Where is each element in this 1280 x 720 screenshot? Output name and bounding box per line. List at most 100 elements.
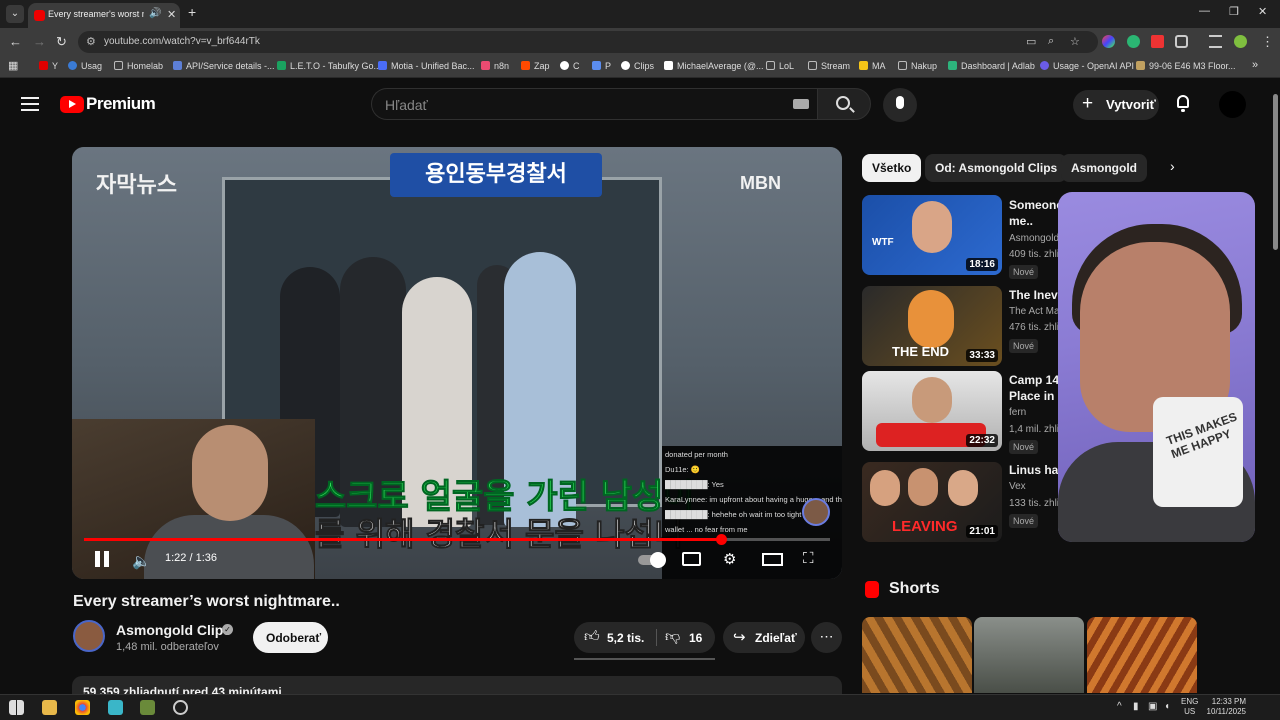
tab-search-icon[interactable]: ⌄ bbox=[6, 5, 24, 23]
bookmark-item[interactable]: Zap bbox=[521, 61, 550, 71]
chips-next-icon[interactable]: › bbox=[1170, 158, 1175, 174]
extension-icon[interactable] bbox=[1102, 35, 1115, 48]
rec-title[interactable]: Someone's bbox=[1009, 198, 1061, 212]
rec-channel[interactable]: Asmongold bbox=[1009, 233, 1059, 244]
page-scrollbar[interactable] bbox=[1270, 78, 1280, 694]
zoom-icon[interactable]: ⌕ bbox=[1048, 35, 1054, 48]
bookmark-item[interactable]: API/Service details -... bbox=[173, 61, 275, 71]
bookmark-item[interactable]: C bbox=[560, 61, 580, 71]
unsubscribe-button[interactable]: Odoberať bbox=[253, 622, 328, 653]
bookmark-item[interactable]: Motia - Unified Bac... bbox=[378, 61, 475, 71]
rec-title-line2[interactable]: me.. bbox=[1009, 214, 1061, 228]
browser-tab-active[interactable]: Every streamer's worst nightmare.. 🔊 ✕ bbox=[28, 3, 180, 28]
autoplay-toggle[interactable] bbox=[638, 552, 666, 568]
rec-title-line2[interactable]: Place in N bbox=[1009, 389, 1061, 403]
thumbs-up-icon[interactable]: 👍︎ bbox=[584, 628, 600, 646]
bookmark-folder[interactable]: Stream bbox=[808, 61, 850, 71]
restore-icon[interactable]: ❐ bbox=[1229, 5, 1239, 18]
hamburger-menu-icon[interactable] bbox=[21, 97, 39, 111]
chip-from-channel[interactable]: Od: Asmongold Clips bbox=[925, 154, 1068, 182]
new-tab-button[interactable]: + bbox=[188, 4, 196, 20]
channel-avatar[interactable] bbox=[73, 620, 105, 652]
extension-icon[interactable] bbox=[1127, 35, 1140, 48]
bookmarks-overflow-icon[interactable]: » bbox=[1252, 59, 1258, 71]
tray-chevron-icon[interactable]: ^ bbox=[1117, 701, 1122, 712]
forward-icon[interactable]: → bbox=[33, 34, 46, 49]
notifications-bell-icon[interactable] bbox=[1175, 95, 1191, 112]
video-player[interactable]: 용인동부경찰서 자막뉴스 MBN 스크로 얼굴을 가린 남성이 를 위해 경찰서… bbox=[72, 147, 842, 579]
account-avatar[interactable] bbox=[1219, 91, 1246, 118]
share-button[interactable]: ↪ Zdieľať bbox=[723, 622, 805, 653]
pause-icon[interactable] bbox=[94, 551, 110, 567]
app-icon[interactable] bbox=[173, 700, 188, 715]
bookmark-item[interactable]: Usag bbox=[68, 61, 102, 71]
bookmark-item[interactable]: Clips bbox=[621, 61, 654, 71]
subtitles-icon[interactable] bbox=[682, 552, 701, 566]
voice-search-button[interactable] bbox=[883, 88, 917, 122]
bookmark-star-icon[interactable]: ☆ bbox=[1070, 35, 1080, 48]
microphone-tray-icon[interactable]: ▮ bbox=[1133, 701, 1139, 712]
bookmark-item[interactable]: P bbox=[592, 61, 611, 71]
bookmark-item[interactable]: n8n bbox=[481, 61, 509, 71]
browser-menu-icon[interactable]: ⋮ bbox=[1261, 34, 1274, 50]
search-input[interactable]: Hľadať bbox=[371, 88, 817, 120]
rec-title[interactable]: The Inevit bbox=[1009, 288, 1061, 302]
fullscreen-icon[interactable]: ⛶ bbox=[803, 550, 814, 567]
bookmark-item[interactable]: MichaelAverage (@... bbox=[664, 61, 764, 71]
chip-all[interactable]: Všetko bbox=[862, 154, 922, 182]
progress-bar[interactable] bbox=[84, 534, 830, 545]
bookmark-folder[interactable]: Nakup bbox=[898, 61, 937, 71]
windows-start-icon[interactable] bbox=[9, 700, 24, 715]
chip-asmongold[interactable]: Asmongold bbox=[1061, 154, 1147, 182]
more-actions-icon[interactable]: ⋯ bbox=[811, 622, 842, 653]
youtube-logo-icon[interactable] bbox=[60, 96, 84, 113]
search-button[interactable] bbox=[817, 88, 871, 120]
rec-channel[interactable]: The Act Ma bbox=[1009, 306, 1059, 317]
tab-close-icon[interactable]: ✕ bbox=[167, 8, 176, 21]
rec-channel[interactable]: Vex bbox=[1009, 481, 1059, 492]
app-icon[interactable] bbox=[108, 700, 123, 715]
youtube-brand[interactable]: Premium bbox=[86, 94, 156, 114]
progress-scrubber[interactable] bbox=[716, 534, 728, 545]
dislike-count[interactable]: 16 bbox=[689, 631, 702, 645]
site-info-icon[interactable]: ⚙ bbox=[86, 35, 96, 48]
bookmark-item[interactable]: Y bbox=[39, 61, 58, 71]
theater-mode-icon[interactable] bbox=[762, 553, 783, 566]
close-window-icon[interactable]: ✕ bbox=[1258, 5, 1267, 18]
language-indicator[interactable]: ENG US bbox=[1181, 697, 1198, 717]
scrollbar-thumb[interactable] bbox=[1273, 94, 1278, 250]
rec-thumbnail[interactable]: THE END 33:33 bbox=[862, 286, 1002, 366]
speaker-icon[interactable]: ◖ bbox=[1164, 701, 1170, 712]
reading-list-icon[interactable] bbox=[1209, 35, 1222, 48]
short-thumbnail[interactable] bbox=[1087, 617, 1197, 693]
rec-thumbnail[interactable]: WTF 18:16 bbox=[862, 195, 1002, 275]
bookmark-item[interactable]: 99-06 E46 M3 Floor... bbox=[1136, 61, 1236, 71]
rec-title[interactable]: Camp 14: bbox=[1009, 373, 1061, 387]
url-text[interactable]: youtube.com/watch?v=v_brf644rTk bbox=[104, 36, 260, 47]
channel-name[interactable]: Asmongold Clips bbox=[116, 622, 231, 638]
settings-gear-icon[interactable]: ⚙ bbox=[723, 550, 736, 568]
short-thumbnail[interactable] bbox=[862, 617, 972, 693]
cast-icon[interactable]: ▭ bbox=[1026, 35, 1036, 48]
address-bar[interactable]: ⚙ youtube.com/watch?v=v_brf644rTk ▭ ⌕ ☆ bbox=[78, 31, 1098, 53]
rec-thumbnail[interactable]: 22:32 bbox=[862, 371, 1002, 451]
bookmark-item[interactable]: MA bbox=[859, 61, 886, 71]
apps-grid-icon[interactable]: ▦ bbox=[8, 59, 18, 72]
extension-icon[interactable] bbox=[1151, 35, 1164, 48]
tab-audio-icon[interactable]: 🔊 bbox=[149, 8, 161, 19]
file-explorer-icon[interactable] bbox=[42, 700, 57, 715]
like-count[interactable]: 5,2 tis. bbox=[607, 631, 644, 645]
rec-title[interactable]: Linus has bbox=[1009, 463, 1061, 477]
reload-icon[interactable]: ↻ bbox=[56, 34, 67, 50]
app-icon[interactable] bbox=[140, 700, 155, 715]
profile-avatar[interactable] bbox=[1234, 35, 1247, 48]
thumbs-down-icon[interactable]: 👎︎ bbox=[665, 628, 680, 646]
rec-channel[interactable]: fern bbox=[1009, 407, 1059, 418]
bookmark-item[interactable]: L.E.T.O - Tabuľky Go... bbox=[277, 61, 381, 71]
back-icon[interactable]: ← bbox=[9, 34, 22, 49]
bookmark-folder[interactable]: LoL bbox=[766, 61, 794, 71]
chrome-icon[interactable] bbox=[75, 700, 90, 715]
bookmark-item[interactable]: Usage - OpenAI API bbox=[1040, 61, 1134, 71]
rec-thumbnail[interactable]: LEAVING 21:01 bbox=[862, 462, 1002, 542]
short-thumbnail[interactable] bbox=[974, 617, 1084, 693]
